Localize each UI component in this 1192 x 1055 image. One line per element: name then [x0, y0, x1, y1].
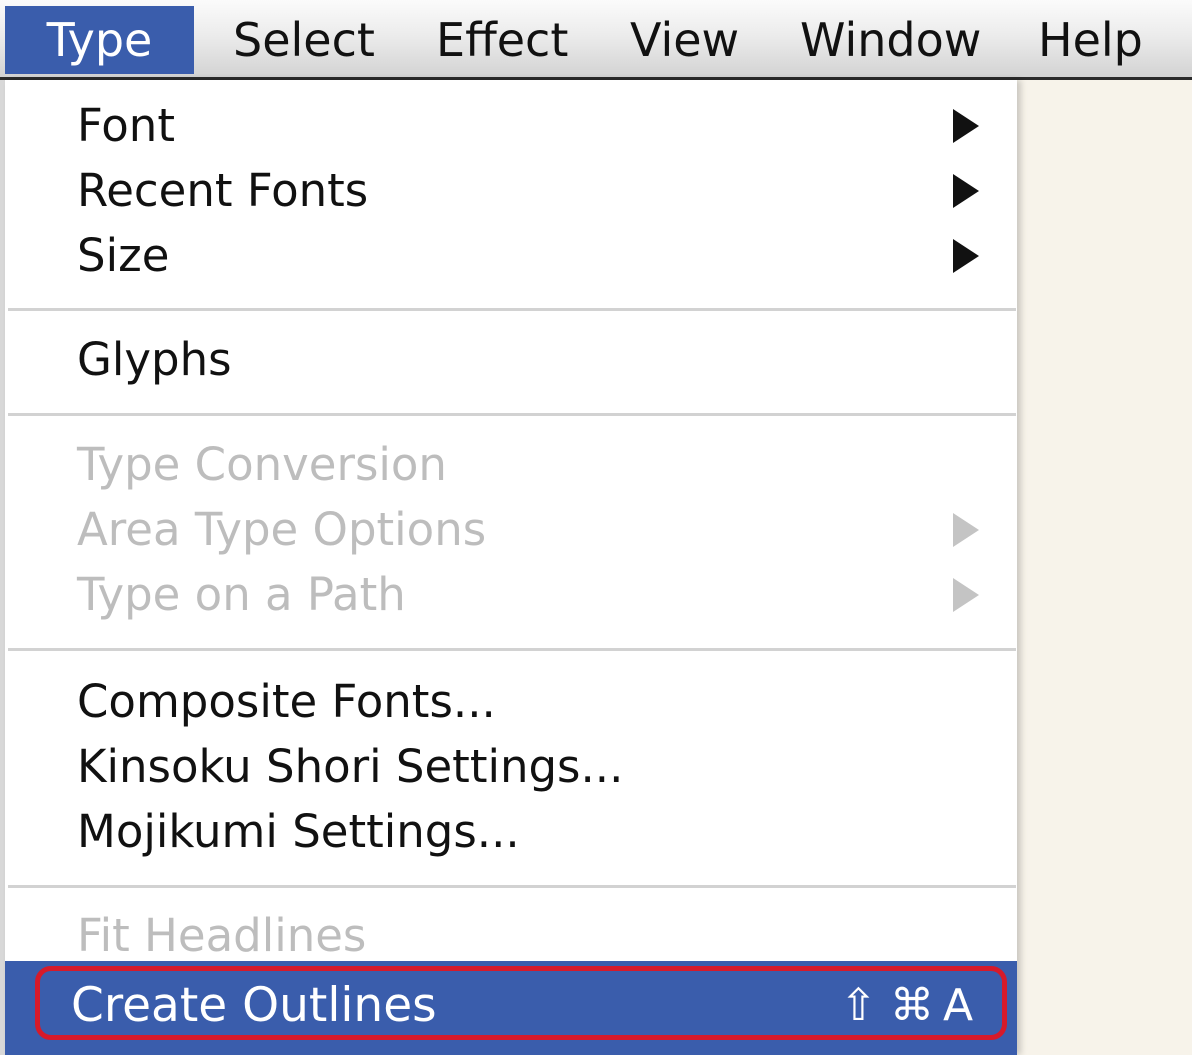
menu-item-label: Glyphs	[77, 333, 232, 386]
menu-item-type-conversion: Type Conversion	[5, 433, 1017, 497]
menu-select[interactable]: Select	[233, 6, 375, 74]
menu-item-font[interactable]: Font	[5, 94, 1017, 158]
menu-bar: Type Select Effect View Window Help	[0, 0, 1192, 80]
submenu-arrow-icon	[953, 109, 979, 143]
menu-item-label: Font	[77, 99, 175, 152]
type-dropdown-menu: Font Recent Fonts Size Glyphs Type Conve…	[5, 80, 1017, 1055]
command-key-icon: ⌘	[890, 980, 934, 1031]
menu-effect[interactable]: Effect	[436, 6, 568, 74]
menu-item-label: Create Outlines	[71, 978, 437, 1033]
menu-item-label: Area Type Options	[77, 503, 487, 556]
menu-item-mojikumi-settings[interactable]: Mojikumi Settings...	[5, 800, 1017, 864]
menu-item-label: Type on a Path	[77, 568, 406, 621]
menu-item-fit-headlines: Fit Headlines	[5, 904, 1017, 968]
menu-item-create-outlines[interactable]: Create Outlines ⇧ ⌘ A	[5, 961, 1017, 1055]
submenu-arrow-icon	[953, 174, 979, 208]
menu-item-type-on-a-path: Type on a Path	[5, 563, 1017, 627]
shift-key-icon: ⇧	[840, 980, 877, 1031]
menu-item-label: Size	[77, 229, 170, 282]
menu-item-area-type-options: Area Type Options	[5, 498, 1017, 562]
menu-item-label: Composite Fonts...	[77, 675, 496, 728]
submenu-arrow-icon	[953, 513, 979, 547]
menu-separator	[8, 413, 1016, 416]
menu-item-label: Type Conversion	[77, 438, 447, 491]
menu-item-label: Mojikumi Settings...	[77, 805, 520, 858]
menu-item-size[interactable]: Size	[5, 224, 1017, 288]
menu-item-label: Kinsoku Shori Settings...	[77, 740, 624, 793]
menu-item-composite-fonts[interactable]: Composite Fonts...	[5, 670, 1017, 734]
menu-item-kinsoku-shori-settings[interactable]: Kinsoku Shori Settings...	[5, 735, 1017, 799]
menu-separator	[8, 885, 1016, 888]
menu-item-label: Recent Fonts	[77, 164, 369, 217]
submenu-arrow-icon	[953, 578, 979, 612]
menu-item-glyphs[interactable]: Glyphs	[5, 328, 1017, 392]
menu-item-recent-fonts[interactable]: Recent Fonts	[5, 159, 1017, 223]
menu-type[interactable]: Type	[5, 6, 194, 74]
menu-separator	[8, 648, 1016, 651]
menu-item-label: Fit Headlines	[77, 909, 367, 962]
shortcut-key: A	[943, 980, 974, 1031]
menu-window[interactable]: Window	[800, 6, 981, 74]
submenu-arrow-icon	[953, 239, 979, 273]
menu-separator	[8, 308, 1016, 311]
menu-view[interactable]: View	[630, 6, 739, 74]
menu-help[interactable]: Help	[1038, 6, 1143, 74]
